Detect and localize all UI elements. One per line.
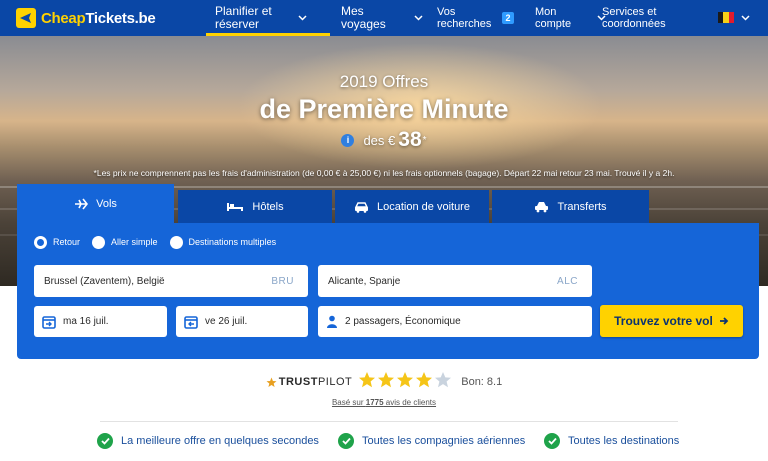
depart-date-value: ma 16 juil. [63,316,109,327]
search-flights-button[interactable]: Trouvez votre vol [600,305,743,337]
checkmark-icon [338,433,354,449]
hero-title: de Première Minute [259,94,509,124]
calendar-depart-icon [42,315,56,329]
star-rating [358,371,453,394]
page: CheapTickets.be Planifier et réserver Me… [0,0,768,461]
destination-field[interactable]: Alicante, Spanje ALC [318,265,592,297]
car-icon [354,201,369,213]
tab-car-rental[interactable]: Location de voiture [335,190,489,223]
price-disclaimer: *Les prix ne comprennent pas les frais d… [93,168,675,178]
hero-kicker: 2019 Offres [339,72,429,91]
logo[interactable]: CheapTickets.be [16,7,156,29]
star-empty-icon [434,371,452,394]
arrow-right-icon [719,317,729,325]
origin-value: Brussel (Zaventem), België [44,275,165,287]
person-icon [327,315,337,328]
return-date-field[interactable]: ve 26 juil. [176,306,308,337]
star-filled-icon [396,371,414,394]
depart-date-field[interactable]: ma 16 juil. [34,306,167,337]
price-asterisk: * [422,134,427,146]
origin-code: BRU [271,275,294,287]
radio-one-way[interactable]: Aller simple [92,235,158,249]
trip-type-options: Retour Aller simple Destinations multipl… [34,235,288,249]
info-icon[interactable]: i [341,133,355,147]
feature-best-offer: La meilleure offre en quelques secondes [97,433,319,449]
radio-round-trip[interactable]: Retour [34,235,80,249]
recent-searches-count-badge: 2 [502,12,514,24]
trustpilot-logo[interactable]: TRUST PILOT [266,376,352,388]
trustpilot-star-icon [266,377,277,387]
top-nav: CheapTickets.be Planifier et réserver Me… [0,0,768,36]
star-filled-icon [377,371,395,394]
passengers-value: 2 passagers, Économique [345,316,461,327]
divider [100,421,678,422]
destination-value: Alicante, Spanje [328,275,401,287]
nav-services[interactable]: Services et coordonnées [602,0,666,36]
passengers-field[interactable]: 2 passagers, Économique [318,306,592,337]
tab-flights[interactable]: Vols [17,184,174,223]
shuttle-icon [535,201,549,212]
hero-price: i des € 38 * [0,128,768,152]
nav-my-trips[interactable]: Mes voyages [341,0,423,36]
belgium-flag-icon[interactable] [718,12,734,23]
reviews-link[interactable]: Basé sur 1775 avis de clients [0,398,768,407]
nav-services-label: Services et coordonnées [602,6,666,30]
tab-flights-label: Vols [96,197,117,210]
logo-ticket-icon [16,8,36,28]
logo-text: CheapTickets.be [41,9,156,27]
trustpilot-rating: TRUST PILOT Bon: 8.1 [0,371,768,394]
tab-hotels[interactable]: Hôtels [178,190,332,223]
origin-field[interactable]: Brussel (Zaventem), België BRU [34,265,308,297]
nav-my-trips-label: Mes voyages [341,4,386,31]
tab-car-rental-label: Location de voiture [377,200,470,213]
checkmark-icon [544,433,560,449]
nav-recent-searches-label: Vos recherches [437,6,492,30]
nav-account[interactable]: Mon compte [535,0,606,36]
plane-icon [75,198,89,209]
tab-transfers[interactable]: Transferts [492,190,649,223]
calendar-return-icon [184,315,198,329]
tab-hotels-label: Hôtels [252,200,284,213]
chevron-down-icon [414,15,423,21]
destination-code: ALC [557,275,578,287]
price-value: 38 [398,128,422,151]
return-date-value: ve 26 juil. [205,316,248,327]
price-prefix: des € [363,132,396,148]
checkmark-icon [97,433,113,449]
nav-account-label: Mon compte [535,6,572,30]
rating-score: Bon: 8.1 [461,376,503,388]
radio-multi-city[interactable]: Destinations multiples [169,235,276,249]
nav-plan-book-label: Planifier et réserver [215,4,272,31]
nav-recent-searches[interactable]: Vos recherches [437,0,491,36]
feature-all-airlines: Toutes les compagnies aériennes [338,433,525,449]
feature-all-destinations: Toutes les destinations [544,433,679,449]
star-filled-icon [358,371,376,394]
tab-transfers-label: Transferts [557,200,607,213]
chevron-down-icon [298,15,307,21]
bed-icon [227,202,244,211]
star-filled-icon [415,371,433,394]
chevron-down-icon[interactable] [741,15,750,21]
nav-plan-book[interactable]: Planifier et réserver [215,0,307,36]
